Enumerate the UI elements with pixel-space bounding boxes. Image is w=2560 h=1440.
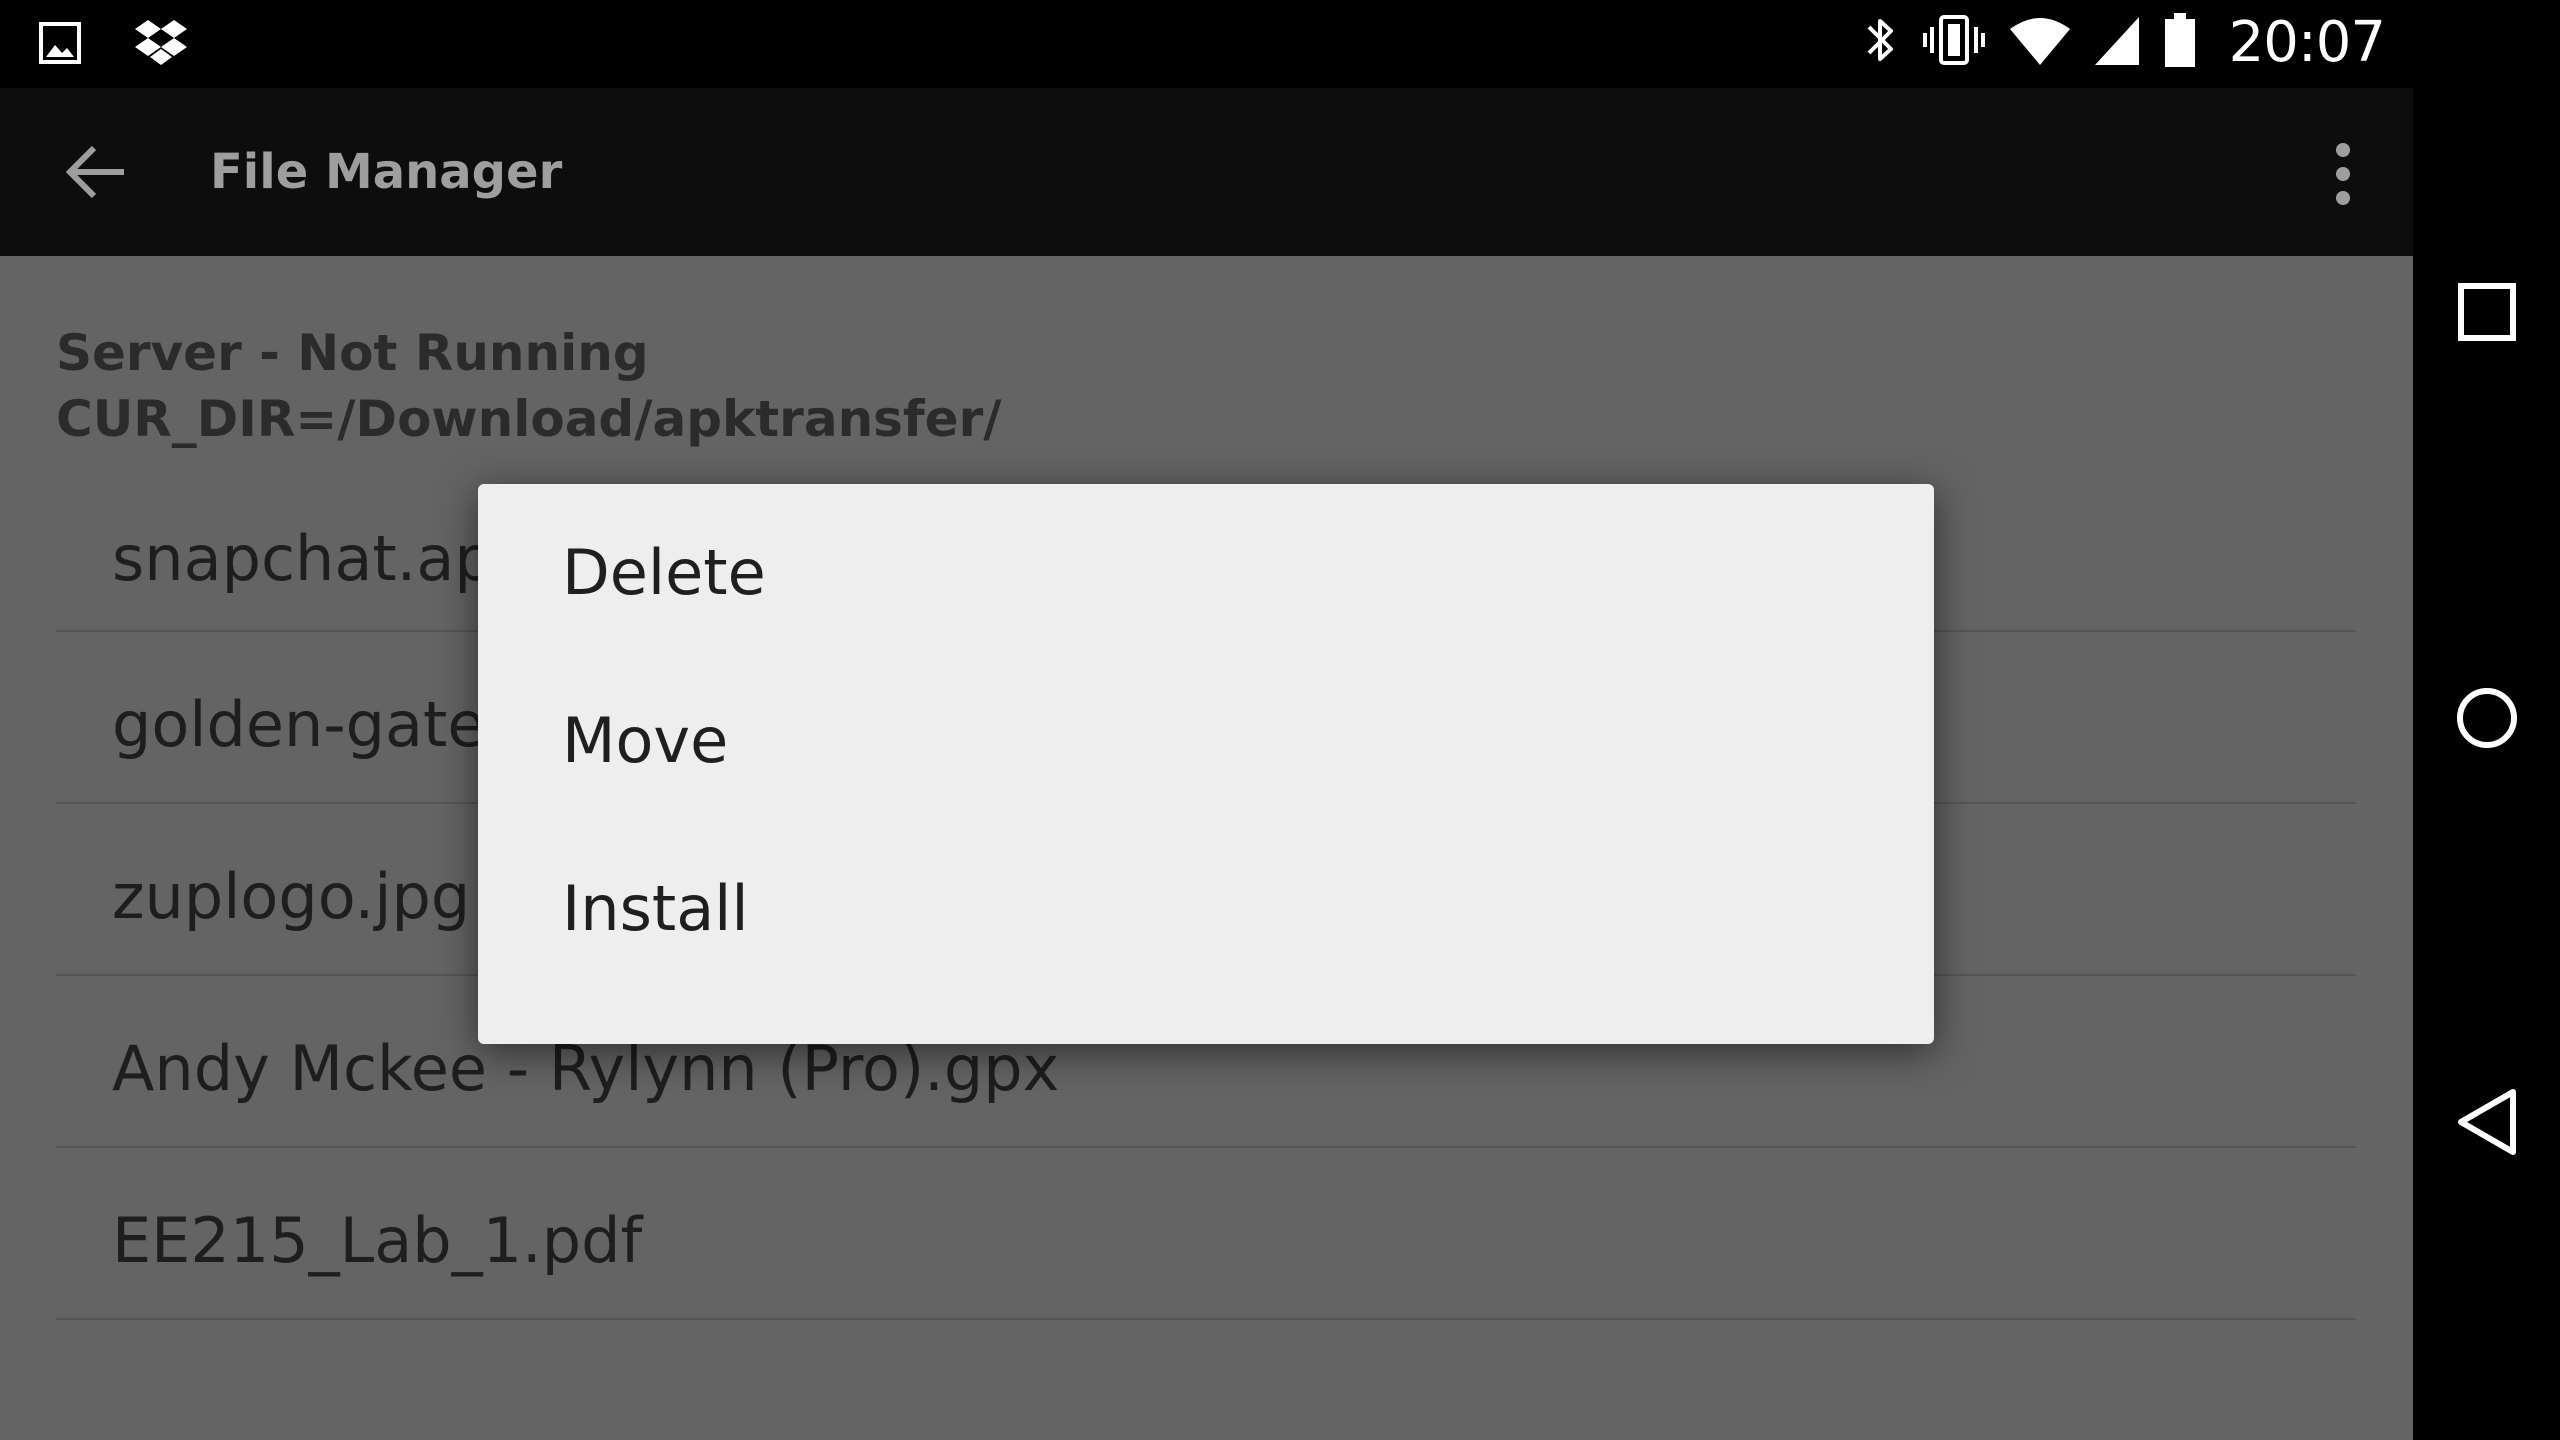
navigation-bar xyxy=(2413,0,2560,1440)
menu-item-label: Delete xyxy=(562,536,766,609)
app-toolbar: File Manager xyxy=(0,88,2413,256)
back-nav-button[interactable] xyxy=(2413,1054,2560,1194)
dropbox-icon xyxy=(134,18,188,73)
vibrate-icon xyxy=(1921,13,1987,72)
image-icon xyxy=(38,21,82,70)
file-row[interactable]: EE215_Lab_1.pdf xyxy=(56,1148,2356,1320)
page-title: File Manager xyxy=(210,144,563,200)
file-name: EE215_Lab_1.pdf xyxy=(112,1204,643,1277)
screen: 20:07 File Manager Server - Not Running … xyxy=(0,0,2560,1440)
status-bar: 20:07 xyxy=(0,0,2413,88)
more-vert-icon xyxy=(2333,142,2353,211)
home-button[interactable] xyxy=(2413,650,2560,790)
home-icon xyxy=(2455,686,2519,755)
arrow-back-icon xyxy=(64,140,128,209)
status-clock: 20:07 xyxy=(2228,10,2386,75)
back-nav-icon xyxy=(2455,1087,2519,1162)
status-left-icons xyxy=(38,18,188,73)
overflow-menu-button[interactable] xyxy=(2313,136,2373,216)
menu-item-install[interactable]: Install xyxy=(478,820,1934,988)
server-status-label: Server - Not Running xyxy=(56,324,649,382)
file-name: snapchat.apk xyxy=(112,522,530,595)
cell-signal-icon xyxy=(2093,13,2141,72)
back-button[interactable] xyxy=(56,134,136,214)
menu-item-delete[interactable]: Delete xyxy=(478,484,1934,652)
menu-item-move[interactable]: Move xyxy=(478,652,1934,820)
menu-item-label: Move xyxy=(562,704,729,777)
file-name: zuplogo.jpg xyxy=(112,860,471,933)
server-status-text: Server - Not Running CUR_DIR=/Download/a… xyxy=(56,320,1002,452)
status-right-icons: 20:07 xyxy=(1863,10,2386,75)
file-actions-dialog: Delete Move Install xyxy=(478,484,1934,1044)
current-dir-label: CUR_DIR=/Download/apktransfer/ xyxy=(56,390,1002,448)
battery-icon xyxy=(2163,12,2197,73)
recents-icon xyxy=(2457,282,2517,347)
bluetooth-icon xyxy=(1863,13,1899,72)
menu-item-label: Install xyxy=(562,872,749,945)
recents-button[interactable] xyxy=(2413,244,2560,384)
wifi-icon xyxy=(2009,13,2071,72)
